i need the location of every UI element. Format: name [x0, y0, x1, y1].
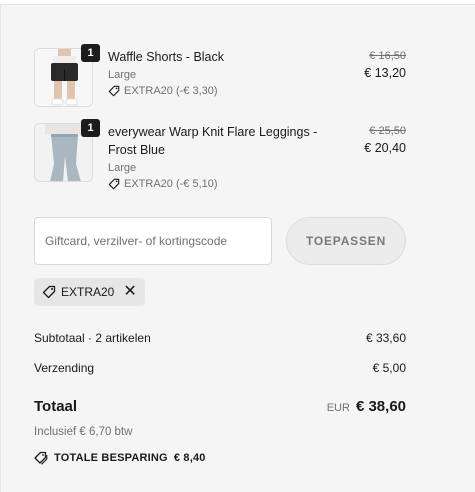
discounted-price: € 20,40	[364, 141, 406, 155]
tax-note: Inclusief € 6,70 btw	[34, 426, 133, 438]
line-item: 1 everywear Warp Knit Flare Leggings - F…	[34, 119, 406, 203]
savings-value: € 8,40	[173, 452, 206, 464]
applied-code: EXTRA20	[61, 285, 115, 299]
apply-discount-button[interactable]: TOEPASSEN	[286, 217, 406, 265]
original-price: € 25,50	[369, 125, 406, 137]
line-discount: EXTRA20 (-€ 5,10)	[108, 176, 346, 192]
currency-code: EUR	[326, 402, 350, 414]
remove-discount-close-icon[interactable]: ✕	[123, 284, 136, 300]
total-savings: TOTALE BESPARING € 8,40	[34, 451, 206, 465]
shipping-label: Verzending	[34, 361, 95, 375]
total-row: Totaal EUR € 38,60	[34, 398, 406, 415]
shipping-row: Verzending € 5,00	[34, 361, 406, 375]
tag-icon	[108, 178, 120, 190]
discount-code-form: TOEPASSEN	[34, 217, 406, 267]
line-discount: EXTRA20 (-€ 3,30)	[108, 83, 346, 99]
quantity-badge: 1	[81, 119, 100, 137]
subtotal-value: € 33,60	[365, 331, 406, 345]
discount-code-input[interactable]	[34, 217, 272, 265]
discount-text: EXTRA20 (-€ 5,10)	[124, 178, 218, 190]
discounted-price: € 13,20	[364, 66, 406, 80]
product-name: Waffle Shorts - Black	[108, 50, 225, 64]
subtotal-row: Subtotaal · 2 artikelen € 33,60	[34, 331, 406, 345]
product-name: everywear Warp Knit Flare Leggings - Fro…	[108, 125, 318, 157]
subtotal-label: Subtotaal · 2 artikelen	[34, 331, 151, 345]
tags-icon	[34, 451, 48, 465]
quantity-badge: 1	[81, 44, 100, 62]
tag-icon	[108, 85, 120, 97]
order-summary-panel: 1 Waffle Shorts - Black Large EXTRA20 (-…	[0, 4, 475, 492]
applied-discount-tag: EXTRA20 ✕	[34, 278, 145, 306]
product-variant: Large	[108, 69, 137, 81]
original-price: € 16,50	[369, 50, 406, 62]
product-variant: Large	[108, 162, 137, 174]
discount-text: EXTRA20 (-€ 3,30)	[124, 85, 218, 97]
shipping-value: € 5,00	[372, 361, 406, 375]
savings-label: TOTALE BESPARING	[54, 452, 168, 464]
total-value: € 38,60	[355, 398, 406, 415]
tag-icon	[42, 285, 56, 299]
total-label: Totaal	[34, 398, 78, 415]
line-item: 1 Waffle Shorts - Black Large EXTRA20 (-…	[34, 44, 406, 110]
